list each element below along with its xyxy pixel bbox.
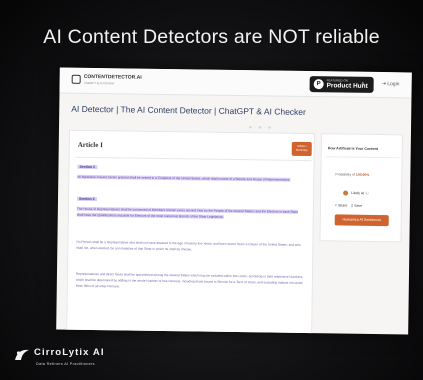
article-title: Article I: [77, 140, 103, 150]
section-1-label: Section 1: [77, 164, 98, 170]
paragraph-apportionment: Representatives and direct Taxes shall b…: [75, 271, 304, 289]
article-panel[interactable]: Article I Article I Summary Section 1 Al…: [66, 129, 315, 335]
result-divider: [325, 156, 400, 159]
page-title: AI Detector | The AI Content Detector | …: [71, 103, 306, 117]
page-meta: W · W · W: [249, 125, 272, 130]
product-hunt-badge[interactable]: P FEATURED ON Product Hunt 6: [309, 76, 374, 93]
product-hunt-count: 6: [361, 80, 364, 86]
monitor-screen: CONTENTDETECTOR.AI ChatGPT & AI Checker …: [56, 67, 412, 335]
probability-value: 100.00%: [355, 172, 370, 177]
humanize-button[interactable]: Humanize AI Sentences: [334, 214, 389, 227]
info-icon[interactable]: ⓘ: [365, 191, 369, 195]
result-actions: < Share ▯ Save: [335, 203, 362, 207]
cirrolytix-logo-icon: [15, 349, 29, 360]
save-button[interactable]: ▯ Save: [351, 204, 362, 208]
probability-line: Probability of 100.00%: [335, 172, 369, 176]
result-title: How Artificial is Your Content: [327, 146, 379, 152]
verdict-row: Likely AI ⓘ: [343, 190, 369, 197]
ai-avatar-icon: [343, 190, 349, 196]
article-divider: [75, 156, 312, 162]
section-2-text: The House of Representatives shall be co…: [76, 206, 305, 221]
headline: AI Content Detectors are NOT reliable: [43, 26, 380, 48]
site-logo-subtitle: ChatGPT & AI Checker: [83, 80, 115, 86]
login-icon: ⇥: [381, 81, 386, 88]
section-2-highlight: The House of Representatives shall be co…: [76, 206, 299, 219]
brand-tagline: Data Refiners AI Practitioners: [36, 362, 95, 366]
site-logo-text[interactable]: CONTENTDETECTOR.AI: [84, 74, 142, 81]
article-summary-button[interactable]: Article I Summary: [291, 141, 312, 157]
product-hunt-icon: P: [313, 79, 324, 90]
login-label: Login: [387, 81, 400, 88]
probability-label: Probability of: [335, 172, 356, 177]
logo-icon[interactable]: [71, 74, 81, 84]
share-icon: <: [334, 203, 338, 208]
save-label: Save: [354, 203, 363, 208]
login-link[interactable]: ⇥ Login: [382, 81, 400, 87]
section-2-label: Section 2: [76, 196, 97, 202]
save-icon: ▯: [351, 203, 354, 208]
section-1-highlight: All legislative Powers herein granted sh…: [77, 174, 291, 182]
verdict-label: Likely AI: [351, 191, 365, 196]
paragraph-age-requirement: No Person shall be a Representative who …: [76, 239, 301, 252]
share-button[interactable]: < Share: [335, 203, 348, 207]
section-1-text: All legislative Powers herein granted sh…: [77, 174, 305, 183]
top-navbar: CONTENTDETECTOR.AI ChatGPT & AI Checker …: [59, 67, 412, 99]
result-panel: How Artificial is Your Content Probabili…: [319, 133, 403, 243]
share-label: Share: [337, 203, 348, 208]
brand-name: CirroLytix AI: [34, 347, 105, 358]
